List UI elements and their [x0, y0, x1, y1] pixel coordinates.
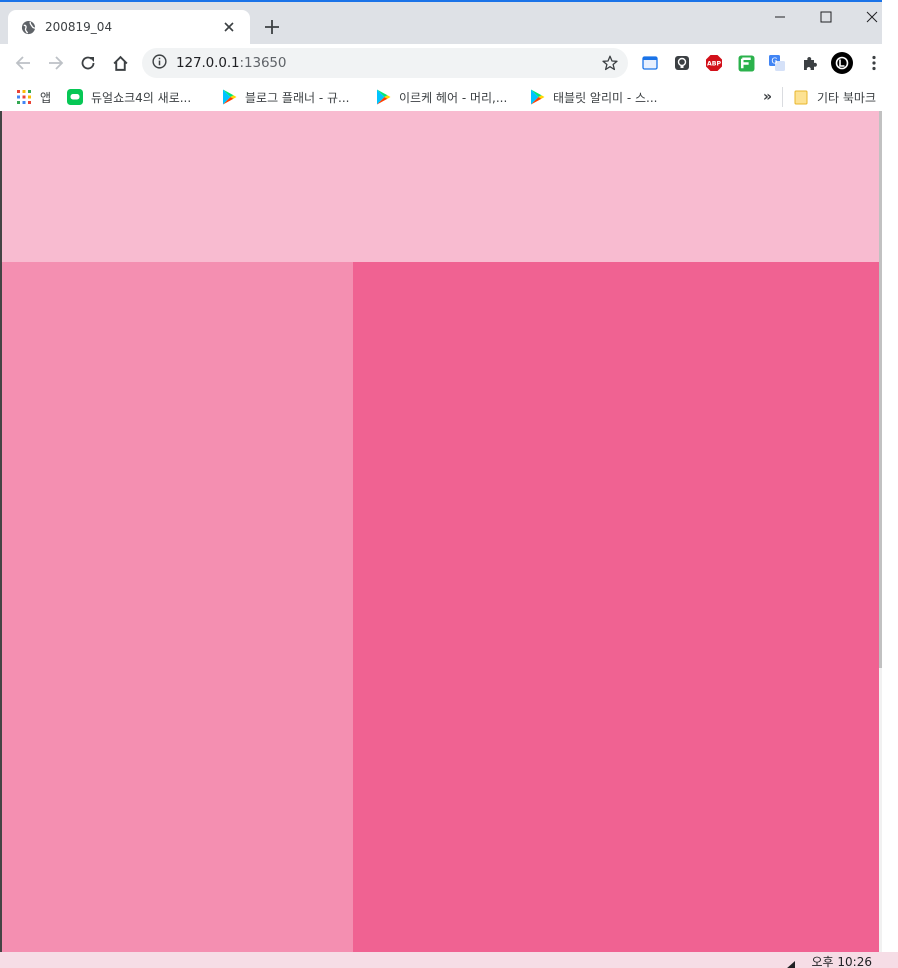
svg-text:G: G [771, 57, 777, 66]
bookmark-item[interactable]: 듀얼쇼크4의 새로... [67, 86, 191, 108]
bookmarks-bar: 앱 듀얼쇼크4의 새로... 블로그 플래너 - 규... 이르케 헤어 - 머… [0, 82, 882, 112]
back-button[interactable] [10, 50, 36, 76]
bookmark-item[interactable]: 태블릿 알리미 - 스... [529, 86, 658, 108]
translate-icon[interactable]: G [767, 53, 787, 73]
url-host: 127.0.0.1 [176, 55, 240, 71]
address-bar[interactable]: 127.0.0.1:13650 [142, 48, 628, 78]
globe-icon [20, 19, 36, 35]
reload-icon [81, 56, 95, 70]
avatar-icon[interactable] [830, 51, 854, 75]
url-port: :13650 [239, 55, 287, 71]
new-tab-button[interactable] [260, 15, 284, 39]
tab-title: 200819_04 [45, 20, 113, 34]
bookmark-label: 블로그 플래너 - 규... [245, 90, 350, 105]
window-icon[interactable] [640, 53, 660, 73]
bulb-icon[interactable] [672, 53, 692, 73]
minimize-button[interactable] [760, 6, 800, 28]
bookmark-label: 듀얼쇼크4의 새로... [91, 90, 192, 105]
folder-icon [793, 89, 809, 105]
maximize-icon [820, 11, 832, 23]
bookmarks-overflow-button[interactable]: » [763, 86, 772, 108]
bookmark-label: 앱 [40, 90, 52, 105]
arrow-left-icon [15, 56, 30, 70]
arrow-right-icon [49, 56, 64, 70]
left-block [2, 262, 353, 952]
network-icon[interactable] [786, 955, 796, 968]
scrollbar-thumb[interactable] [879, 111, 882, 668]
play-store-icon [529, 89, 545, 105]
close-icon [866, 11, 878, 23]
tab-close-icon[interactable] [220, 18, 238, 36]
feedly-icon[interactable] [736, 53, 756, 73]
maximize-button[interactable] [806, 6, 846, 28]
other-bookmarks-label: 기타 북마크 [817, 90, 877, 105]
bookmark-label: 태블릿 알리미 - 스... [553, 90, 658, 105]
play-store-icon [375, 89, 391, 105]
url-text[interactable]: 127.0.0.1:13650 [176, 55, 287, 71]
bookmarks-divider [782, 87, 783, 107]
info-icon[interactable] [152, 53, 167, 73]
minimize-icon [775, 16, 785, 18]
puzzle-icon[interactable] [800, 53, 820, 73]
abp-icon[interactable]: ABP [704, 53, 724, 73]
line-icon [67, 89, 83, 105]
page-scrollbar[interactable] [879, 111, 882, 952]
right-block [353, 262, 879, 952]
home-button[interactable] [107, 50, 133, 76]
plus-icon [265, 20, 279, 34]
header-block [2, 111, 879, 262]
bookmark-star-icon[interactable] [600, 53, 620, 73]
toolbar: 127.0.0.1:13650 ABP G [0, 44, 882, 82]
taskbar-clock[interactable]: 오후 10:26 [812, 953, 872, 968]
page-viewport [2, 111, 879, 952]
bookmark-label: 이르케 헤어 - 머리,... [399, 90, 508, 105]
home-icon [112, 55, 128, 71]
apps-grid-icon [16, 89, 32, 105]
bookmark-item[interactable]: 이르케 헤어 - 머리,... [375, 86, 507, 108]
tab-strip: 200819_04 [0, 2, 882, 44]
forward-button[interactable] [43, 50, 69, 76]
bookmark-apps[interactable]: 앱 [16, 86, 51, 108]
play-store-icon [221, 89, 237, 105]
reload-button[interactable] [75, 50, 101, 76]
other-bookmarks-folder[interactable]: 기타 북마크 [793, 86, 876, 108]
menu-dots-icon[interactable] [864, 53, 884, 73]
tab-active[interactable]: 200819_04 [8, 10, 250, 44]
taskbar: 오후 10:26 [0, 952, 898, 968]
svg-text:ABP: ABP [707, 61, 722, 68]
bookmark-item[interactable]: 블로그 플래너 - 규... [221, 86, 350, 108]
window-close-button[interactable] [852, 6, 892, 28]
